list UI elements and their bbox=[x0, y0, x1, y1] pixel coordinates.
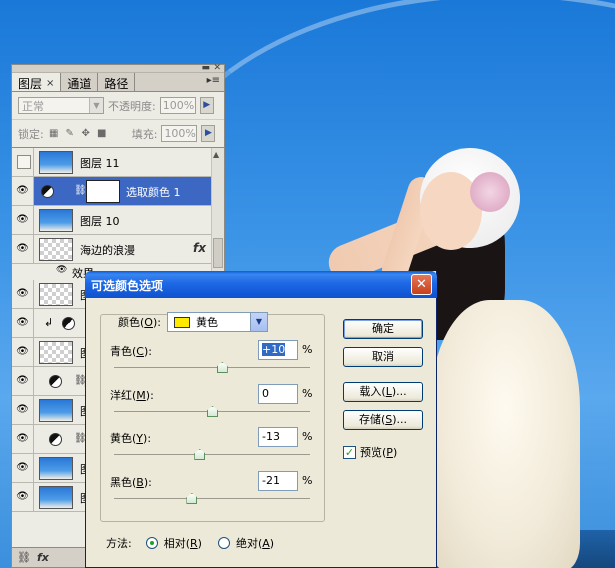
eye-icon[interactable]: 👁 bbox=[12, 280, 34, 308]
adjustment-icon bbox=[49, 375, 62, 388]
magenta-label: 洋红(M): bbox=[110, 389, 154, 402]
panel-titlebar[interactable]: ▬ ✕ bbox=[12, 63, 224, 73]
layer-row[interactable]: 图层 11 bbox=[12, 148, 224, 177]
chevron-down-icon: ▼ bbox=[89, 98, 103, 113]
adjustment-icon bbox=[62, 317, 75, 330]
eye-icon[interactable]: 👁 bbox=[12, 425, 34, 453]
tab-layers[interactable]: 图层 × bbox=[12, 73, 62, 91]
lock-all-icon[interactable]: ■ bbox=[96, 128, 108, 140]
save-button[interactable]: 存储(S)... bbox=[343, 410, 423, 430]
panel-tabs: 图层 × 通道 路径 ▸≡ bbox=[12, 73, 224, 92]
blend-row: 正常 ▼ 不透明度: 100% ▶ bbox=[12, 92, 224, 120]
flower bbox=[470, 172, 510, 212]
panel-menu-icon[interactable]: ▸≡ bbox=[207, 75, 220, 86]
clip-arrow-icon: ↲ bbox=[44, 316, 54, 329]
layer-thumbnail bbox=[39, 238, 73, 261]
layer-mask-thumbnail bbox=[86, 180, 120, 203]
adjustment-icon bbox=[41, 185, 54, 198]
layer-row[interactable]: 👁 海边的浪漫 fx bbox=[12, 235, 224, 264]
layer-thumbnail bbox=[39, 283, 73, 306]
opacity-slider-button[interactable]: ▶ bbox=[199, 97, 214, 114]
lock-label: 锁定: bbox=[18, 127, 44, 141]
lock-position-icon[interactable]: ✥ bbox=[80, 128, 92, 140]
layer-thumbnail bbox=[39, 341, 73, 364]
preview-checkbox[interactable]: ✓ bbox=[343, 445, 356, 459]
absolute-radio[interactable] bbox=[217, 537, 230, 549]
black-input[interactable]: -21 bbox=[258, 471, 298, 491]
slider-track[interactable] bbox=[114, 454, 310, 455]
close-button[interactable]: ✕ bbox=[411, 274, 432, 295]
method-row: 方法: 相对(R) 绝对(A) bbox=[106, 535, 274, 551]
eye-icon[interactable]: 👁 bbox=[12, 338, 34, 366]
eye-icon[interactable]: 👁 bbox=[12, 396, 34, 424]
eye-icon[interactable]: 👁 bbox=[12, 177, 34, 205]
visibility-toggle[interactable] bbox=[12, 148, 34, 176]
cyan-input[interactable]: +10 bbox=[258, 340, 298, 360]
lock-pixels-icon[interactable]: ✎ bbox=[64, 128, 76, 140]
cancel-button[interactable]: 取消 bbox=[343, 347, 423, 367]
opacity-input[interactable]: 100% bbox=[159, 97, 196, 114]
relative-radio[interactable] bbox=[145, 537, 158, 549]
layer-thumbnail bbox=[39, 486, 73, 509]
layer-thumbnail bbox=[39, 151, 73, 174]
selective-color-dialog: 可选颜色选项 ✕ 颜色(O): 黄色 ▼ 青色(C): +10 % 洋红(M):… bbox=[85, 271, 437, 568]
fill-input[interactable]: 100% bbox=[161, 125, 198, 142]
lock-transparency-icon[interactable]: ▦ bbox=[48, 128, 60, 140]
minimize-icon[interactable]: ▬ bbox=[201, 63, 210, 73]
dialog-titlebar[interactable]: 可选颜色选项 ✕ bbox=[85, 271, 437, 298]
preview-row: ✓ 预览(P) bbox=[343, 444, 397, 460]
color-label: 颜色(O): bbox=[118, 316, 161, 329]
color-row: 颜色(O): 黄色 ▼ bbox=[118, 312, 268, 332]
lock-row: 锁定: ▦ ✎ ✥ ■ 填充: 100% ▶ bbox=[12, 120, 224, 148]
fill-slider-button[interactable]: ▶ bbox=[201, 125, 216, 142]
close-icon[interactable]: ✕ bbox=[213, 63, 221, 73]
absolute-label[interactable]: 绝对(A) bbox=[236, 535, 274, 551]
dialog-title: 可选颜色选项 bbox=[91, 279, 164, 293]
layer-row[interactable]: 👁 图层 10 bbox=[12, 206, 224, 235]
layer-thumbnail bbox=[39, 399, 73, 422]
chevron-down-icon[interactable]: ▼ bbox=[249, 313, 267, 331]
chain-link-icon[interactable]: ⛓ bbox=[74, 185, 87, 196]
color-swatch bbox=[173, 316, 190, 328]
ok-button[interactable]: 确定 bbox=[343, 319, 423, 339]
scroll-thumb[interactable] bbox=[213, 238, 223, 268]
magenta-input[interactable]: 0 bbox=[258, 384, 298, 404]
eye-icon[interactable]: 👁 bbox=[12, 235, 34, 263]
eye-icon[interactable]: 👁 bbox=[12, 483, 34, 511]
method-label: 方法: bbox=[106, 537, 132, 550]
opacity-label: 不透明度: bbox=[108, 99, 156, 113]
relative-label[interactable]: 相对(R) bbox=[164, 535, 202, 551]
tab-paths[interactable]: 路径 bbox=[98, 73, 136, 91]
layer-thumbnail bbox=[39, 209, 73, 232]
woman-dress bbox=[430, 300, 580, 568]
layer-row[interactable]: 👁 ⛓ 选取颜色 1 bbox=[12, 177, 224, 206]
eye-icon[interactable]: 👁 bbox=[12, 309, 34, 337]
blend-mode-select[interactable]: 正常 ▼ bbox=[18, 97, 104, 114]
layer-thumbnail bbox=[39, 457, 73, 480]
eye-icon[interactable]: 👁 bbox=[12, 206, 34, 234]
scroll-up-icon[interactable]: ▲ bbox=[213, 150, 219, 159]
fx-icon[interactable]: fx bbox=[37, 551, 49, 564]
preview-label[interactable]: 预览(P) bbox=[360, 444, 397, 460]
yellow-input[interactable]: -13 bbox=[258, 427, 298, 447]
eye-icon[interactable]: 👁 bbox=[12, 454, 34, 482]
slider-track[interactable] bbox=[114, 367, 310, 368]
load-button[interactable]: 载入(L)... bbox=[343, 382, 423, 402]
fill-label: 填充: bbox=[131, 127, 158, 141]
tab-channels[interactable]: 通道 bbox=[61, 73, 99, 91]
eye-icon[interactable]: 👁 bbox=[56, 265, 67, 275]
yellow-label: 黄色(Y): bbox=[110, 432, 152, 445]
fx-icon[interactable]: fx bbox=[193, 241, 206, 255]
black-label: 黑色(B): bbox=[110, 476, 152, 489]
tab-close-icon[interactable]: × bbox=[46, 78, 54, 89]
cyan-label: 青色(C): bbox=[110, 345, 152, 358]
link-layers-icon[interactable]: ⛓ bbox=[17, 551, 31, 564]
color-select[interactable]: 黄色 ▼ bbox=[166, 312, 268, 332]
slider-track[interactable] bbox=[114, 498, 310, 499]
adjustment-icon bbox=[49, 433, 62, 446]
eye-icon[interactable]: 👁 bbox=[12, 367, 34, 395]
